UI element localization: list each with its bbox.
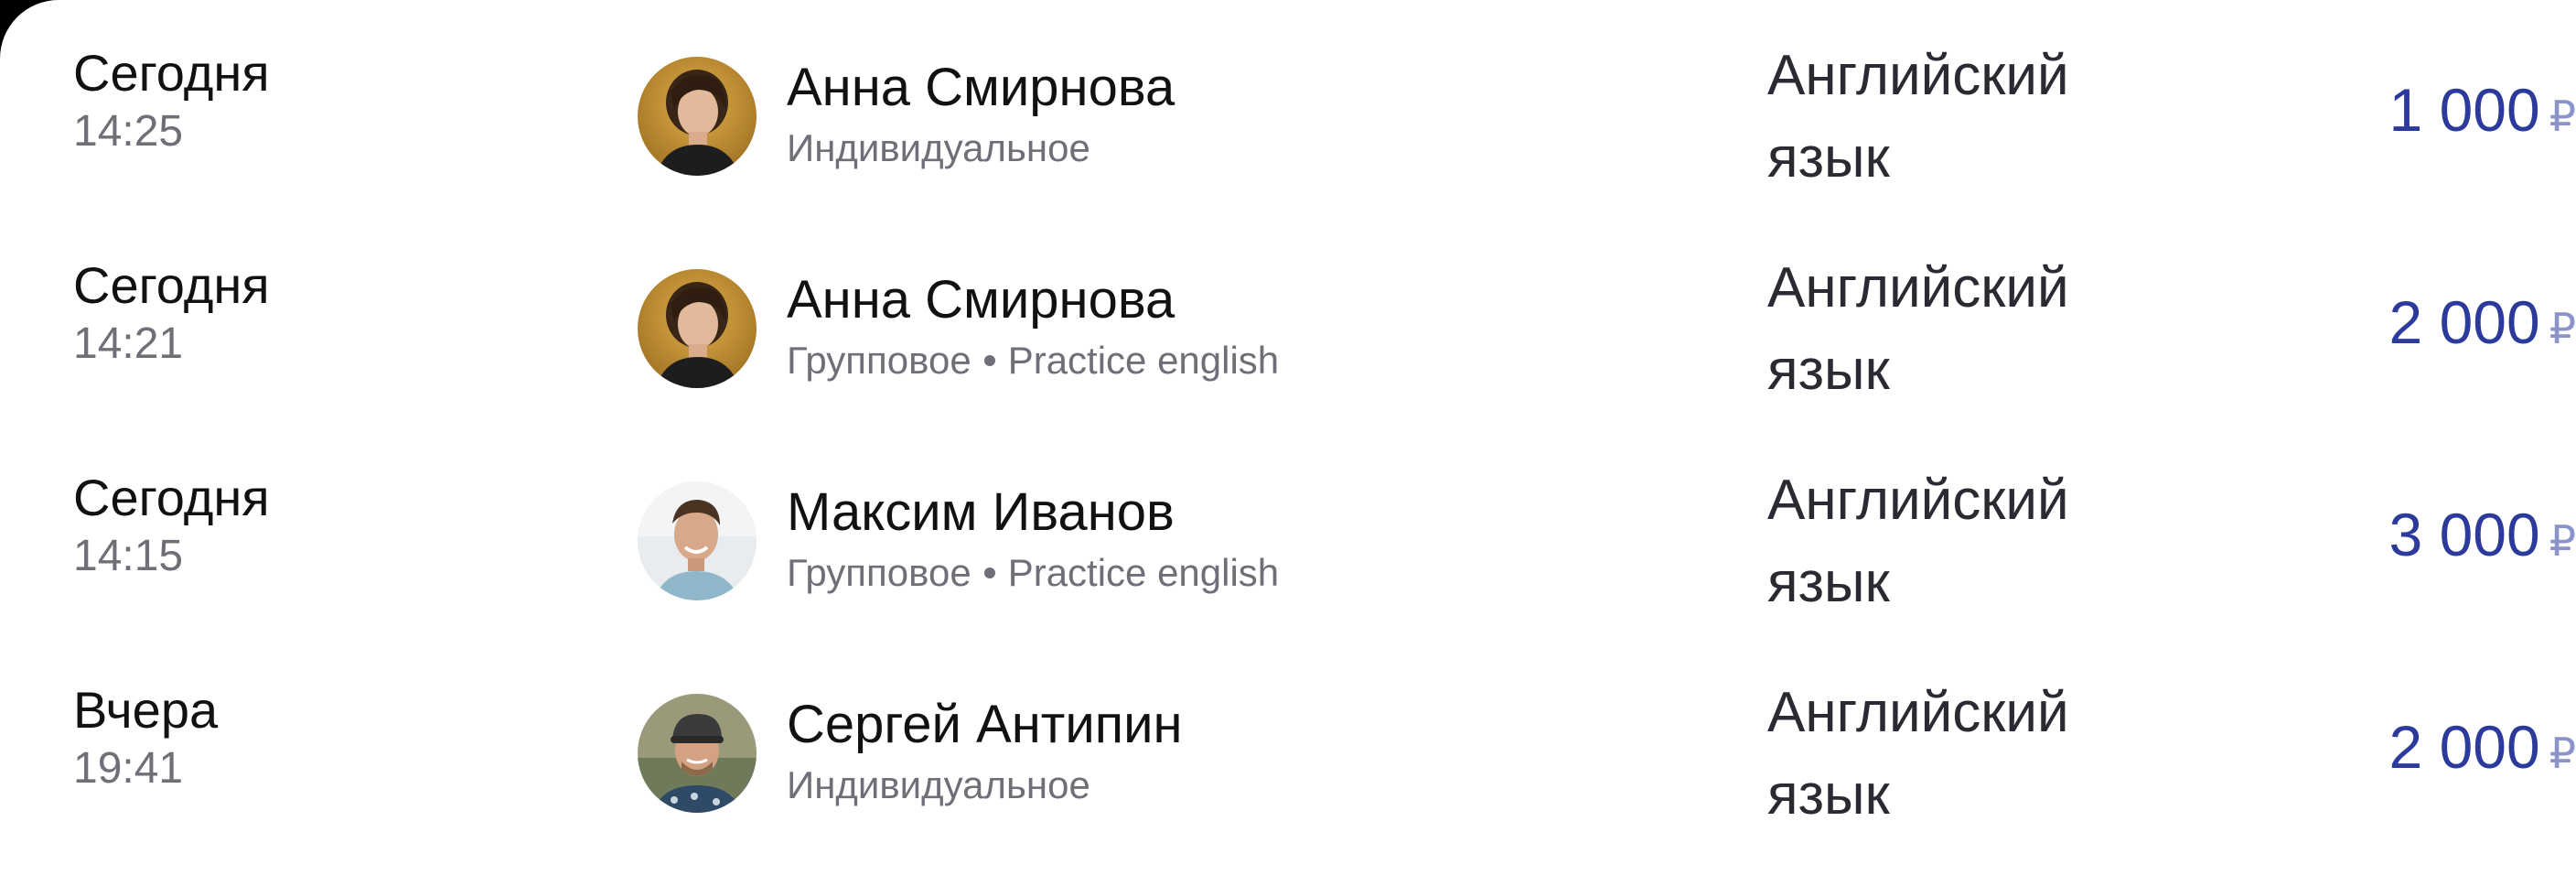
lesson-type: Групповое Practice english bbox=[787, 337, 1279, 384]
payment-time: 14:15 bbox=[73, 532, 184, 580]
student-name[interactable]: Максим Иванов bbox=[787, 481, 1175, 544]
woman-curly-hair-avatar-image bbox=[638, 269, 757, 388]
avatar[interactable] bbox=[638, 694, 757, 813]
group-name[interactable]: Practice english bbox=[1008, 339, 1279, 382]
subject: Английский язык bbox=[1767, 256, 2069, 402]
student-name[interactable]: Анна Смирнова bbox=[787, 269, 1175, 331]
lesson-type: Индивидуальное bbox=[787, 124, 1090, 172]
lesson-type-label: Индивидуальное bbox=[787, 126, 1090, 169]
payment-time: 19:41 bbox=[73, 744, 184, 793]
subject: Английский язык bbox=[1767, 469, 2069, 614]
lesson-type-label: Групповое bbox=[787, 551, 971, 594]
avatar[interactable] bbox=[638, 481, 757, 600]
amount-value: 3 000 bbox=[2388, 501, 2540, 568]
subject: Английский язык bbox=[1767, 681, 2069, 827]
payment-time: 14:25 bbox=[73, 107, 184, 156]
payment-row[interactable]: Вчера 19:41 Сергей Антипин Индивидуально… bbox=[0, 654, 2576, 866]
payment-date: Сегодня bbox=[73, 44, 270, 102]
lesson-type: Групповое Practice english bbox=[787, 549, 1279, 597]
lesson-type-label: Индивидуальное bbox=[787, 763, 1090, 806]
lesson-type-label: Групповое bbox=[787, 339, 971, 382]
payment-amount: 1 000 ₽ bbox=[2192, 73, 2576, 146]
lesson-type: Индивидуальное bbox=[787, 762, 1090, 809]
avatar[interactable] bbox=[638, 57, 757, 176]
payment-date: Сегодня bbox=[73, 469, 270, 526]
separator-dot bbox=[983, 354, 995, 366]
payment-amount: 2 000 ₽ bbox=[2192, 286, 2576, 359]
amount-value: 2 000 bbox=[2388, 713, 2540, 781]
payments-card: Сегодня 14:25 Анна Смирнова Индивидуальн… bbox=[0, 0, 2576, 886]
amount-value: 1 000 bbox=[2388, 76, 2540, 144]
currency-icon: ₽ bbox=[2549, 729, 2576, 777]
currency-icon: ₽ bbox=[2549, 517, 2576, 565]
payment-date: Сегодня bbox=[73, 256, 270, 314]
subject: Английский язык bbox=[1767, 44, 2069, 189]
woman-curly-hair-avatar-image bbox=[638, 57, 757, 176]
man-smiling-avatar-image bbox=[638, 481, 757, 600]
group-name[interactable]: Practice english bbox=[1008, 551, 1279, 594]
currency-icon: ₽ bbox=[2549, 92, 2576, 140]
payment-row[interactable]: Сегодня 14:21 Анна Смирнова Групповое Pr… bbox=[0, 229, 2576, 441]
payment-amount: 3 000 ₽ bbox=[2192, 498, 2576, 571]
payment-row[interactable]: Сегодня 14:25 Анна Смирнова Индивидуальн… bbox=[0, 16, 2576, 229]
amount-value: 2 000 bbox=[2388, 288, 2540, 356]
avatar[interactable] bbox=[638, 269, 757, 388]
man-cap-avatar-image bbox=[638, 694, 757, 813]
student-name[interactable]: Сергей Антипин bbox=[787, 694, 1183, 756]
payment-time: 14:21 bbox=[73, 319, 184, 368]
student-name[interactable]: Анна Смирнова bbox=[787, 57, 1175, 119]
payment-amount: 2 000 ₽ bbox=[2192, 710, 2576, 783]
payment-row[interactable]: Сегодня 14:15 Максим Иванов Групповое Pra… bbox=[0, 441, 2576, 654]
separator-dot bbox=[983, 567, 995, 578]
currency-icon: ₽ bbox=[2549, 305, 2576, 352]
payment-date: Вчера bbox=[73, 681, 219, 739]
